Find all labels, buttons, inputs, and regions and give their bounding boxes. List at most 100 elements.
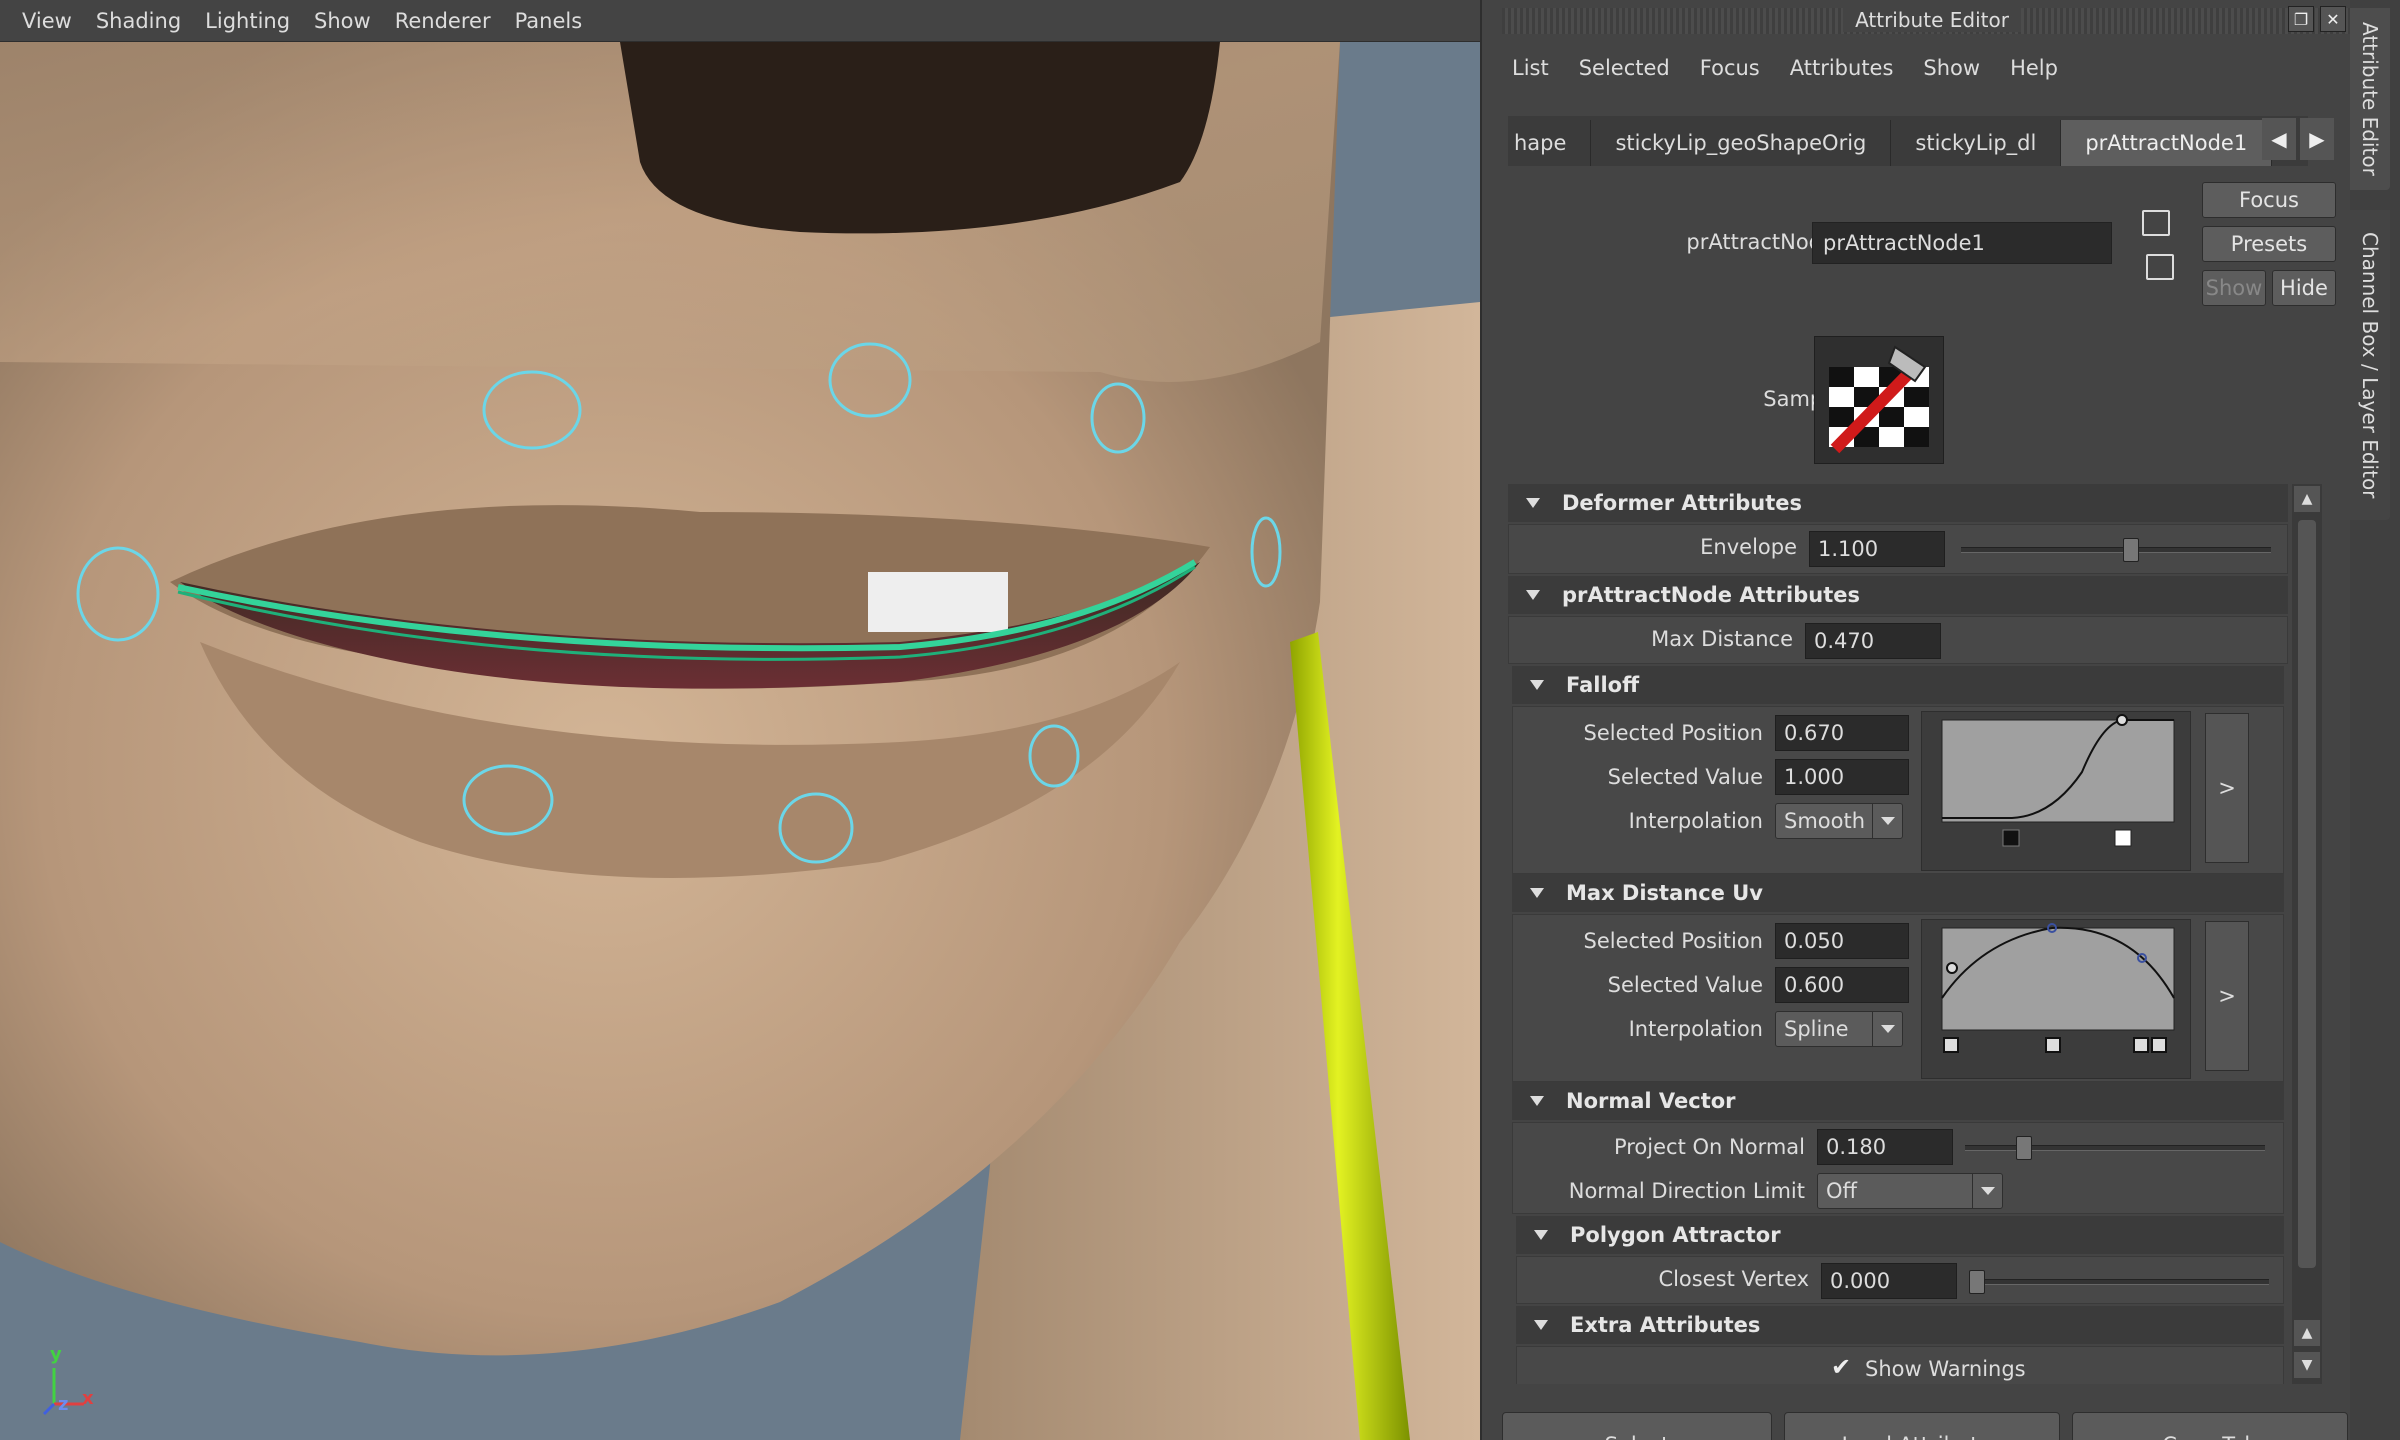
falloff-interpolation-dropdown[interactable]: Smooth xyxy=(1775,803,1903,839)
side-tab-channel-box[interactable]: Channel Box / Layer Editor xyxy=(2350,210,2390,520)
viewport-menu-lighting[interactable]: Lighting xyxy=(197,9,306,33)
collapse-triangle-icon xyxy=(1530,1096,1544,1106)
attribute-scrollbar[interactable]: ▲ ▲ ▼ xyxy=(2292,484,2322,1384)
closest-vertex-slider[interactable] xyxy=(1969,1270,2269,1294)
max-distance-uv-body: Selected Position 0.050 Selected Value 0… xyxy=(1512,914,2284,1082)
ae-menu-attributes[interactable]: Attributes xyxy=(1790,56,1894,80)
node-name-label: prAttractNode: xyxy=(1686,230,1842,254)
max-distance-uv-ramp[interactable] xyxy=(1921,919,2191,1079)
project-on-normal-slider[interactable] xyxy=(1965,1136,2265,1160)
tab-scroll-left-icon[interactable]: ◀ xyxy=(2262,118,2296,160)
attribute-editor-title: Attribute Editor xyxy=(1843,8,2021,32)
attribute-editor-panel: Attribute Editor ❐ ✕ List Selected Focus… xyxy=(1480,0,2400,1440)
hide-button[interactable]: Hide xyxy=(2272,270,2336,306)
face-scene[interactable] xyxy=(0,42,1480,1440)
show-warnings-label: Show Warnings xyxy=(1865,1357,2026,1381)
scroll-down-icon[interactable]: ▼ xyxy=(2294,1352,2320,1378)
axis-z-label: z xyxy=(58,1394,69,1415)
normal-direction-limit-label: Normal Direction Limit xyxy=(1568,1179,1805,1203)
collapse-triangle-icon xyxy=(1530,680,1544,690)
node-tabbar: hape stickyLip_geoShapeOrig stickyLip_dl… xyxy=(1508,116,2308,166)
show-button[interactable]: Show xyxy=(2202,270,2266,306)
max-distance-field[interactable]: 0.470 xyxy=(1805,623,1941,659)
project-on-normal-slider-thumb[interactable] xyxy=(2016,1136,2032,1160)
teeth xyxy=(868,572,1008,632)
ae-menu-help[interactable]: Help xyxy=(2010,56,2058,80)
tab-scroll-right-icon[interactable]: ▶ xyxy=(2300,118,2334,160)
deformer-attributes-header[interactable]: Deformer Attributes xyxy=(1508,484,2288,522)
node-name-field[interactable]: prAttractNode1 xyxy=(1812,222,2112,264)
scroll-up-small-icon[interactable]: ▲ xyxy=(2294,1320,2320,1346)
axis-indicator: y z x xyxy=(40,1344,100,1420)
viewport-menu-shading[interactable]: Shading xyxy=(88,9,197,33)
viewport-menu-view[interactable]: View xyxy=(14,9,88,33)
show-warnings-checkbox[interactable]: ✔ xyxy=(1831,1355,1855,1379)
falloff-interpolation-value: Smooth xyxy=(1784,809,1866,833)
envelope-slider[interactable] xyxy=(1961,538,2271,562)
closest-vertex-field[interactable]: 0.000 xyxy=(1821,1263,1957,1299)
normal-direction-limit-value: Off xyxy=(1826,1179,1857,1203)
envelope-field[interactable]: 1.100 xyxy=(1809,531,1945,567)
closest-vertex-slider-thumb[interactable] xyxy=(1969,1270,1985,1294)
tab-sticky-lip-dl[interactable]: stickyLip_dl xyxy=(1891,120,2062,166)
side-tab-attribute-editor[interactable]: Attribute Editor xyxy=(2350,8,2390,190)
viewport-menu-panels[interactable]: Panels xyxy=(507,9,599,33)
attract-attributes-header[interactable]: prAttractNode Attributes xyxy=(1508,576,2288,614)
deformer-attributes-body: Envelope 1.100 xyxy=(1508,524,2288,574)
float-icon[interactable]: ❐ xyxy=(2288,6,2314,32)
max-distance-uv-header[interactable]: Max Distance Uv xyxy=(1512,874,2284,912)
envelope-slider-thumb[interactable] xyxy=(2123,538,2139,562)
tab-pr-attract-node[interactable]: prAttractNode1 xyxy=(2061,120,2273,166)
falloff-selected-position-label: Selected Position xyxy=(1583,721,1763,745)
project-on-normal-field[interactable]: 0.180 xyxy=(1817,1129,1953,1165)
falloff-ramp[interactable] xyxy=(1921,711,2191,871)
falloff-selected-value-field[interactable]: 1.000 xyxy=(1775,759,1909,795)
scroll-up-icon[interactable]: ▲ xyxy=(2294,486,2320,512)
envelope-label: Envelope xyxy=(1700,535,1797,559)
collapse-triangle-icon xyxy=(1526,498,1540,508)
viewport-menu-show[interactable]: Show xyxy=(306,9,387,33)
focus-button[interactable]: Focus xyxy=(2202,182,2336,218)
maya-window: View Shading Lighting Show Renderer Pane… xyxy=(0,0,2400,1440)
uv-interpolation-dropdown[interactable]: Spline xyxy=(1775,1011,1903,1047)
normal-vector-body: Project On Normal 0.180 Normal Direction… xyxy=(1512,1122,2284,1214)
attribute-sections: Deformer Attributes Envelope 1.100 prAtt… xyxy=(1508,484,2298,1384)
ae-menu-selected[interactable]: Selected xyxy=(1579,56,1670,80)
falloff-selected-position-field[interactable]: 0.670 xyxy=(1775,715,1909,751)
input-connections-icon[interactable] xyxy=(2142,210,2170,236)
ae-menu-show[interactable]: Show xyxy=(1923,56,1980,80)
chevron-down-icon xyxy=(1972,1174,2002,1208)
ae-menu-focus[interactable]: Focus xyxy=(1700,56,1760,80)
collapse-triangle-icon xyxy=(1526,590,1540,600)
uv-ramp-expand-button[interactable]: > xyxy=(2205,921,2249,1071)
viewport-menu-renderer[interactable]: Renderer xyxy=(387,9,507,33)
load-attributes-button[interactable]: Load Attributes xyxy=(1784,1412,2060,1440)
scrollbar-thumb[interactable] xyxy=(2298,520,2316,1268)
viewport-menubar: View Shading Lighting Show Renderer Pane… xyxy=(0,0,1480,42)
normal-direction-limit-dropdown[interactable]: Off xyxy=(1817,1173,2003,1209)
output-connections-icon[interactable] xyxy=(2146,254,2174,280)
falloff-header[interactable]: Falloff xyxy=(1512,666,2284,704)
polygon-attractor-header[interactable]: Polygon Attractor xyxy=(1516,1216,2284,1254)
copy-tab-button[interactable]: Copy Tab xyxy=(2072,1412,2348,1440)
axis-y-label: y xyxy=(50,1344,62,1365)
3d-viewport[interactable]: View Shading Lighting Show Renderer Pane… xyxy=(0,0,1480,1440)
collapse-triangle-icon xyxy=(1534,1230,1548,1240)
ae-menu-list[interactable]: List xyxy=(1512,56,1549,80)
max-distance-label: Max Distance xyxy=(1651,627,1793,651)
normal-vector-header[interactable]: Normal Vector xyxy=(1512,1082,2284,1120)
uv-selected-position-field[interactable]: 0.050 xyxy=(1775,923,1909,959)
side-tab-strip: Attribute Editor Channel Box / Layer Edi… xyxy=(2350,0,2400,1440)
uv-selected-value-field[interactable]: 0.600 xyxy=(1775,967,1909,1003)
falloff-body: Selected Position 0.670 Selected Value 1… xyxy=(1512,706,2284,874)
tab-geo-shape-orig[interactable]: stickyLip_geoShapeOrig xyxy=(1591,120,1892,166)
falloff-ramp-expand-button[interactable]: > xyxy=(2205,713,2249,863)
presets-button[interactable]: Presets xyxy=(2202,226,2336,262)
close-icon[interactable]: ✕ xyxy=(2320,6,2346,32)
closest-vertex-label: Closest Vertex xyxy=(1658,1267,1809,1291)
sample-swatch[interactable] xyxy=(1814,336,1944,464)
select-button[interactable]: Select xyxy=(1502,1412,1772,1440)
tab-shape[interactable]: hape xyxy=(1508,120,1592,166)
extra-attributes-header[interactable]: Extra Attributes xyxy=(1516,1306,2284,1344)
chevron-down-icon xyxy=(1872,1012,1902,1046)
